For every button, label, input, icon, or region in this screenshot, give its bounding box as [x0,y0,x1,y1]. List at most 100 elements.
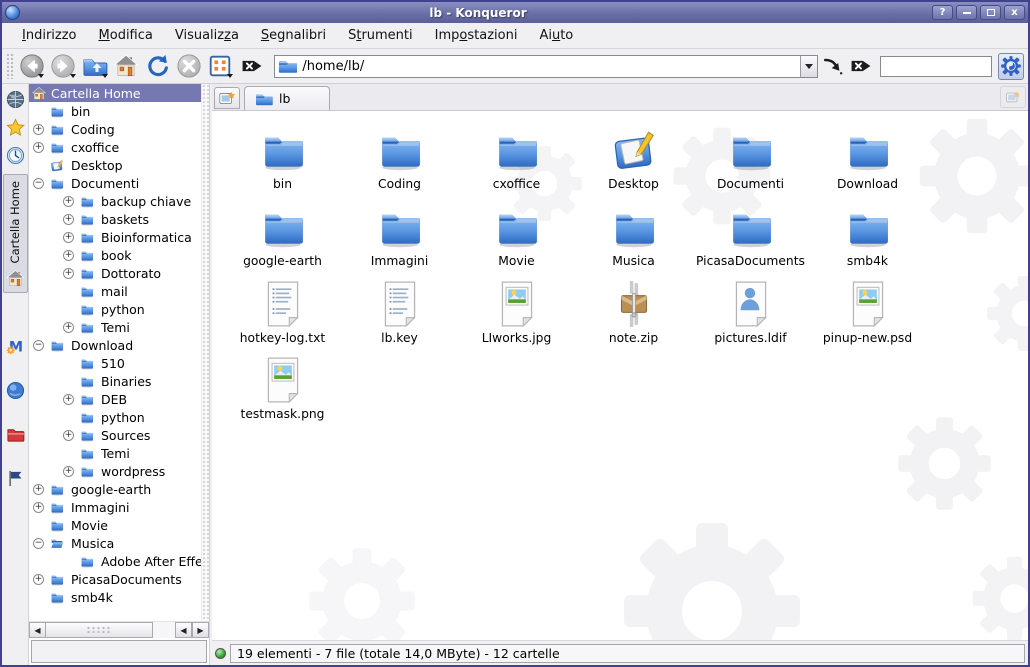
new-tab-button[interactable] [214,87,240,109]
tree-item-cartella-home[interactable]: Cartella Home [29,84,201,102]
file-item-testmask-png[interactable]: testmask.png [227,355,339,422]
tree-item-download[interactable]: −Download [29,336,201,354]
titlebar[interactable]: lb - Konqueror ? x [2,2,1028,23]
tab-lb[interactable]: lb [244,86,330,110]
tree-item-cxoffice[interactable]: +cxoffice [29,138,201,156]
tree-item-documenti[interactable]: −Documenti [29,174,201,192]
tree-item-picasadocuments[interactable]: +PicasaDocuments [29,570,201,588]
expand-icon[interactable]: + [33,142,44,153]
sidebar-tab-home-folder[interactable]: Cartella Home [3,174,28,293]
file-item-pinup-new-psd[interactable]: pinup-new.psd [812,279,924,346]
tree-item-510[interactable]: 510 [29,354,201,372]
sidebar-tab-services[interactable] [3,333,28,359]
file-item-liworks-jpg[interactable]: LIworks.jpg [461,279,573,346]
tree-item-smb4k[interactable]: smb4k [29,588,201,606]
close-tab-button[interactable] [1000,86,1026,108]
file-item-google-earth[interactable]: google-earth [227,202,339,269]
expand-icon[interactable]: + [63,196,74,207]
file-item-documenti[interactable]: Documenti [695,125,807,192]
tree-item-python[interactable]: python [29,300,201,318]
expand-icon[interactable]: + [63,394,74,405]
expand-icon[interactable]: + [63,250,74,261]
collapse-icon[interactable]: − [33,178,44,189]
clear-location-button[interactable] [237,51,266,81]
menu-item-strumenti[interactable]: Strumenti [338,25,423,46]
sidebar-tab-history[interactable] [3,142,28,168]
sidebar-tab-bookmark-flag[interactable] [3,465,28,491]
tree-item-dottorato[interactable]: +Dottorato [29,264,201,282]
sidebar-tab-bookmarks[interactable] [3,114,28,140]
menu-item-modifica[interactable]: Modifica [89,25,163,46]
tree-item-immagini[interactable]: +Immagini [29,498,201,516]
file-item-download[interactable]: Download [812,125,924,192]
expand-icon[interactable]: + [33,484,44,495]
file-item-coding[interactable]: Coding [344,125,456,192]
clear-search-button[interactable] [848,51,874,81]
scroll-left-arrow-2[interactable]: ◀ [175,622,192,638]
expand-icon[interactable]: + [63,214,74,225]
minimize-button[interactable] [956,5,977,20]
expand-icon[interactable]: + [63,322,74,333]
tree-item-musica[interactable]: −Musica [29,534,201,552]
icon-view-mode-button[interactable] [206,51,235,81]
toolbar-handle[interactable] [6,53,13,79]
tree-item-baskets[interactable]: +baskets [29,210,201,228]
menu-item-aiuto[interactable]: Aiuto [529,25,583,46]
collapse-icon[interactable]: − [33,340,44,351]
reload-button[interactable] [143,51,172,81]
expand-icon[interactable]: + [63,268,74,279]
scroll-thumb[interactable] [46,622,153,638]
konqueror-button[interactable] [998,53,1024,80]
tree-item-mail[interactable]: mail [29,282,201,300]
menu-item-indirizzo[interactable]: Indirizzo [12,25,87,46]
tree-vertical-scrollbar[interactable] [201,84,209,621]
home-button[interactable] [112,51,141,81]
up-dropdown-arrow[interactable] [102,74,108,78]
expand-icon[interactable]: + [33,124,44,135]
file-item-bin[interactable]: bin [227,125,339,192]
tree-item-book[interactable]: +book [29,246,201,264]
collapse-icon[interactable]: − [33,538,44,549]
scroll-right-arrow[interactable]: ▶ [192,622,209,638]
expand-icon[interactable]: + [33,502,44,513]
tree-item-wordpress[interactable]: +wordpress [29,462,201,480]
menu-item-segnalibri[interactable]: Segnalibri [251,25,336,46]
expand-icon[interactable]: + [63,232,74,243]
tree-item-temi[interactable]: +Temi [29,318,201,336]
search-input[interactable] [880,56,992,77]
sidebar-tab-root-folder[interactable] [3,421,28,447]
back-dropdown-arrow[interactable] [38,74,44,78]
file-item-lb-key[interactable]: lb.key [344,279,456,346]
location-input[interactable]: /home/lb/ [297,59,799,74]
back-button[interactable] [17,51,46,81]
file-item-smb4k[interactable]: smb4k [812,202,924,269]
tree-item-sources[interactable]: +Sources [29,426,201,444]
tree-item-coding[interactable]: +Coding [29,120,201,138]
file-item-musica[interactable]: Musica [578,202,690,269]
file-item-note-zip[interactable]: note.zip [578,279,690,346]
file-item-picasadocuments[interactable]: PicasaDocuments [695,202,807,269]
forward-dropdown-arrow[interactable] [70,74,76,78]
location-dropdown-button[interactable] [800,56,817,77]
tree-item-python[interactable]: python [29,408,201,426]
tree-item-bin[interactable]: bin [29,102,201,120]
file-item-movie[interactable]: Movie [461,202,573,269]
go-button[interactable] [820,51,846,81]
expand-icon[interactable]: + [63,466,74,477]
scroll-track[interactable] [153,622,175,638]
sidebar-tab-network[interactable] [3,377,28,403]
tree-item-backup-chiave[interactable]: +backup chiave [29,192,201,210]
file-item-pictures-ldif[interactable]: pictures.ldif [695,279,807,346]
view-mode-dropdown-arrow[interactable] [227,74,233,78]
maximize-button[interactable] [980,5,1001,20]
tree-item-google-earth[interactable]: +google-earth [29,480,201,498]
scroll-left-arrow[interactable]: ◀ [29,622,46,638]
tree-item-temi[interactable]: Temi [29,444,201,462]
sidebar-tab-web[interactable] [3,86,28,112]
expand-icon[interactable]: + [33,574,44,585]
file-item-immagini[interactable]: Immagini [344,202,456,269]
location-bar[interactable]: /home/lb/ [274,55,817,78]
expand-icon[interactable]: + [63,430,74,441]
close-button[interactable]: x [1004,5,1025,20]
file-item-desktop[interactable]: Desktop [578,125,690,192]
